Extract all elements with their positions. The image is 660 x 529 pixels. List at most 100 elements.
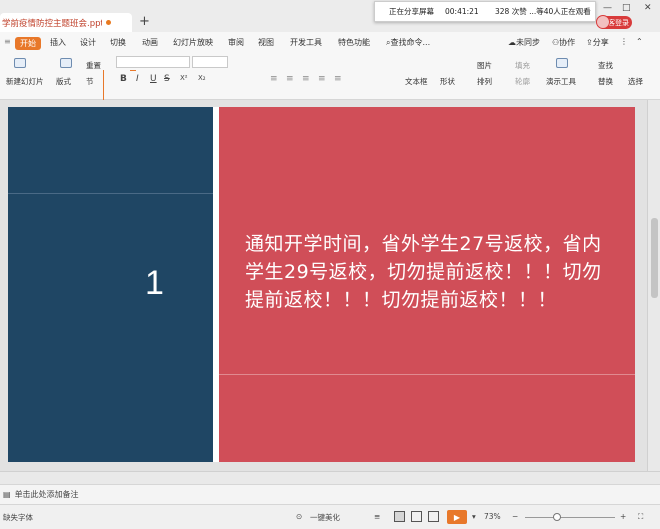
shape-button[interactable]: 形状 <box>440 76 455 87</box>
font-size-select[interactable] <box>192 56 228 68</box>
slide[interactable]: 1 通知开学时间，省外学生27号返校，省内学生29号返校，切勿提前返校！！！切勿… <box>8 107 635 462</box>
replace-button[interactable]: 替换 <box>598 76 613 87</box>
sync-label: 未同步 <box>516 38 540 47</box>
beautify-button[interactable]: 一键美化 <box>310 512 340 523</box>
strikethrough-button[interactable]: S <box>164 74 170 84</box>
collab-button[interactable]: ⚇协作 <box>552 37 575 48</box>
play-icon: ▶ <box>453 512 461 522</box>
italic-button[interactable]: I <box>136 74 139 84</box>
menu-icon[interactable]: ≡ <box>4 37 11 46</box>
menu-start-label: 开始 <box>20 39 36 48</box>
share-stats: 328 次赞 ...等40人正在观看 <box>495 7 591 16</box>
reading-view-icon[interactable] <box>428 511 439 522</box>
distribute-icon[interactable]: ≡ <box>334 74 342 84</box>
section-button[interactable]: 节 <box>86 76 94 87</box>
play-dropdown-icon[interactable]: ▾ <box>472 512 476 521</box>
align-left-icon[interactable]: ≡ <box>270 74 278 84</box>
slide-sorter-icon[interactable] <box>411 511 422 522</box>
share-time: 00:41:21 <box>445 7 479 16</box>
more-icon[interactable]: ⋮ <box>620 37 628 46</box>
menu-bar: ≡ 插入 设计 切换 动画 幻灯片放映 审阅 视图 开发工具 特色功能 ⌕查找命… <box>0 32 660 54</box>
menu-insert[interactable]: 插入 <box>50 37 66 48</box>
superscript-button[interactable]: X² <box>180 74 188 82</box>
zoom-slider[interactable] <box>525 517 615 518</box>
play-slideshow-button[interactable]: ▶ <box>447 510 467 524</box>
zoom-level[interactable]: 73% <box>484 512 501 521</box>
horizontal-scrollbar[interactable] <box>0 471 660 484</box>
slide-number[interactable]: 1 <box>145 264 164 303</box>
cursor-guide-horizontal <box>130 70 136 71</box>
menu-developer[interactable]: 开发工具 <box>290 37 322 48</box>
unsaved-dot-icon <box>106 20 111 25</box>
menu-slideshow[interactable]: 幻灯片放映 <box>173 37 213 48</box>
share-icon: ⇪ <box>586 38 593 47</box>
fit-window-icon[interactable]: ⛶ <box>638 512 643 522</box>
notes-icon: ▤ <box>3 490 11 499</box>
subscript-button[interactable]: X₂ <box>198 74 206 82</box>
chevron-up-icon[interactable]: ⌃ <box>636 37 643 46</box>
search-command-label: 查找命令... <box>390 38 431 47</box>
vertical-scroll-thumb[interactable] <box>651 218 658 298</box>
justify-icon[interactable]: ≡ <box>318 74 326 84</box>
share-button[interactable]: ⇪分享 <box>586 37 609 48</box>
arrange-button[interactable]: 排列 <box>477 76 492 87</box>
zoom-slider-handle[interactable] <box>553 513 561 521</box>
text-box-button[interactable]: 文本框 <box>405 76 428 87</box>
share-label: 分享 <box>592 38 609 47</box>
new-tab-button[interactable]: + <box>139 14 150 29</box>
menu-design[interactable]: 设计 <box>80 37 96 48</box>
menu-features[interactable]: 特色功能 <box>338 37 370 48</box>
menu-review[interactable]: 审阅 <box>228 37 244 48</box>
font-family-select[interactable] <box>116 56 190 68</box>
right-panel-divider <box>219 374 635 375</box>
status-bar: 缺失字体 ⊙ 一键美化 ≡ ▶ ▾ 73% − + ⛶ <box>0 504 660 529</box>
document-tab[interactable]: 学前疫情防控主题班会.pptx <box>0 13 132 32</box>
notice-text[interactable]: 通知开学时间，省外学生27号返校，省内学生29号返校，切勿提前返校！！！切勿提前… <box>245 230 610 314</box>
outline-button[interactable]: 轮廓 <box>515 76 530 87</box>
vertical-scrollbar[interactable] <box>647 100 660 471</box>
align-right-icon[interactable]: ≡ <box>302 74 310 84</box>
slide-right-panel: 通知开学时间，省外学生27号返校，省内学生29号返校，切勿提前返校！！！切勿提前… <box>219 107 635 462</box>
menu-start[interactable]: 开始 <box>15 37 41 50</box>
avatar[interactable] <box>596 15 610 29</box>
collab-label: 协作 <box>559 38 576 47</box>
new-slide-icon[interactable] <box>14 58 26 68</box>
share-status: 正在分享屏幕 <box>389 7 434 16</box>
cursor-guide <box>103 70 104 104</box>
menu-transition[interactable]: 切换 <box>110 37 126 48</box>
sync-button[interactable]: ☁未同步 <box>508 37 540 48</box>
close-button[interactable]: ✕ <box>644 3 652 13</box>
menu-view[interactable]: 视图 <box>258 37 274 48</box>
new-slide-button[interactable]: 新建幻灯片 <box>6 76 44 87</box>
align-center-icon[interactable]: ≡ <box>286 74 294 84</box>
menu-animation[interactable]: 动画 <box>142 37 158 48</box>
zoom-in-icon[interactable]: + <box>620 512 626 521</box>
ribbon-toolbar: 新建幻灯片 版式 重置 节 文本框 形状 排列 图片 填充 轮廓 演示工具 查找… <box>0 54 660 100</box>
slideshow-tool-button[interactable]: 演示工具 <box>546 76 576 87</box>
zoom-out-icon[interactable]: − <box>512 512 518 521</box>
slide-left-panel: 1 <box>8 107 213 462</box>
beautify-icon: ⊙ <box>296 512 303 521</box>
underline-button[interactable]: U <box>150 74 157 84</box>
normal-view-icon[interactable] <box>394 511 405 522</box>
maximize-button[interactable]: □ <box>622 3 631 13</box>
fill-button[interactable]: 填充 <box>515 60 530 71</box>
notes-placeholder: 单击此处添加备注 <box>14 490 79 499</box>
note-toggle-icon[interactable]: ≡ <box>374 512 380 521</box>
tab-bar: 学前疫情防控主题班会.pptx + 正在分享屏幕 00:41:21 328 次赞… <box>0 0 660 32</box>
search-command[interactable]: ⌕查找命令... <box>386 37 430 48</box>
missing-font-status[interactable]: 缺失字体 <box>3 512 33 523</box>
minimize-button[interactable]: — <box>603 3 612 13</box>
picture-button[interactable]: 图片 <box>477 60 492 71</box>
find-button[interactable]: 查找 <box>598 60 613 71</box>
notes-pane[interactable]: ▤ 单击此处添加备注 <box>0 484 660 504</box>
slideshow-tool-icon[interactable] <box>556 58 568 68</box>
left-panel-divider <box>8 193 213 194</box>
layout-icon[interactable] <box>60 58 72 68</box>
select-button[interactable]: 选择 <box>628 76 643 87</box>
layout-button[interactable]: 版式 <box>56 76 71 87</box>
bold-button[interactable]: B <box>120 74 127 84</box>
document-tab-title: 学前疫情防控主题班会.pptx <box>2 18 102 29</box>
cloud-icon: ☁ <box>508 38 516 47</box>
reset-button[interactable]: 重置 <box>86 60 101 71</box>
